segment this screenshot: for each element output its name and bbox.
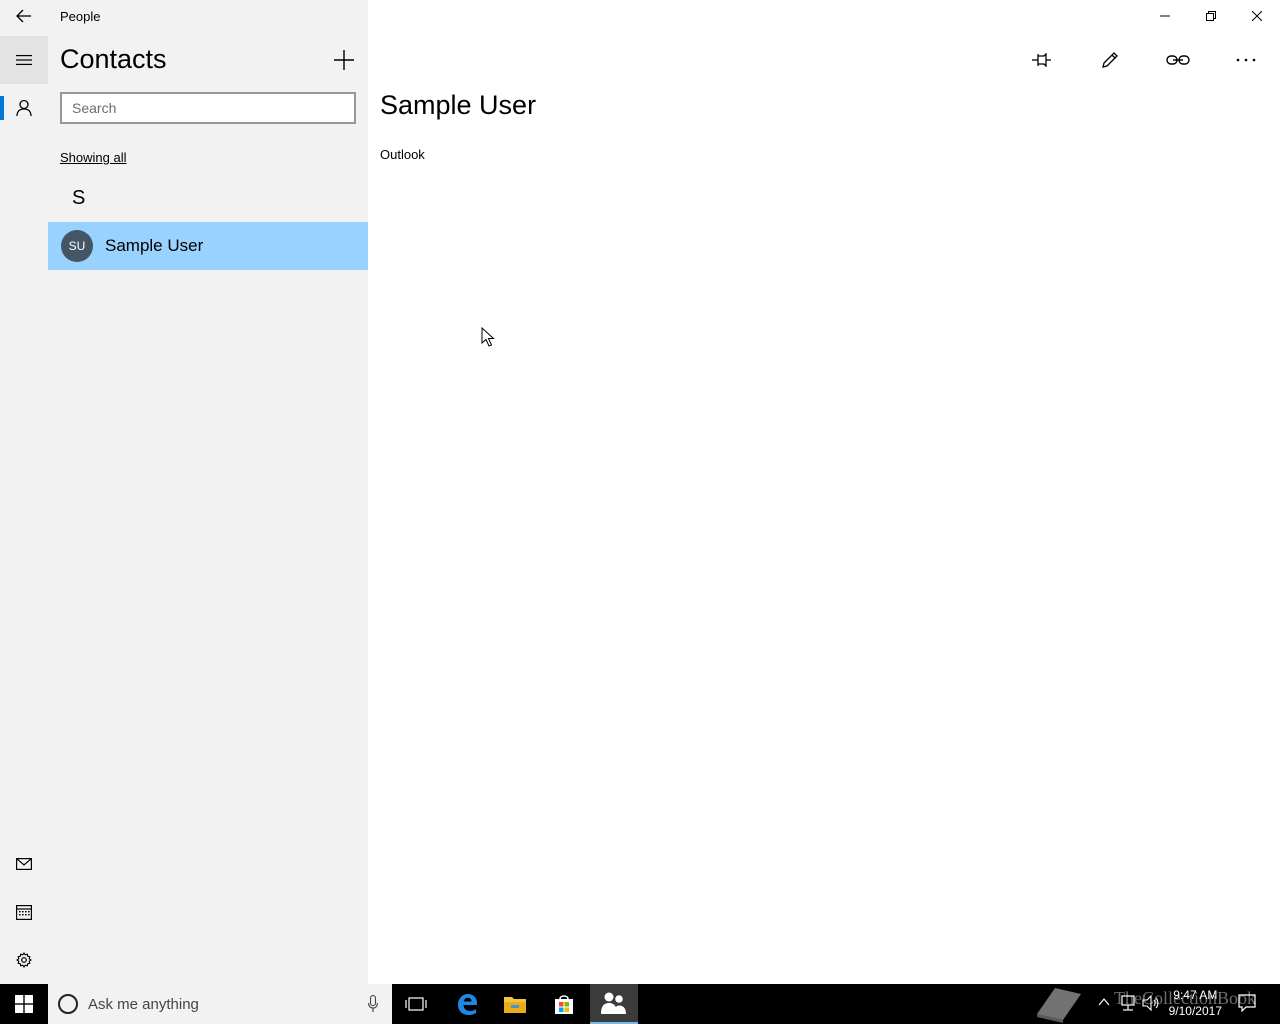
action-center-icon[interactable] xyxy=(1238,994,1256,1012)
contact-name: Sample User xyxy=(105,236,204,255)
link-icon xyxy=(1166,55,1190,65)
nav-settings-button[interactable] xyxy=(0,936,48,984)
edit-button[interactable] xyxy=(1076,42,1144,78)
cortana-icon xyxy=(58,994,78,1014)
more-options-button[interactable] xyxy=(1212,42,1280,78)
contact-detail-pane: Sample User Outlook xyxy=(368,32,1280,984)
minimize-button[interactable] xyxy=(1142,0,1188,32)
avatar: SU xyxy=(61,230,93,262)
pin-button[interactable] xyxy=(1008,42,1076,78)
close-icon xyxy=(1252,11,1262,21)
task-view-icon xyxy=(405,997,427,1011)
selection-indicator xyxy=(0,96,4,120)
store-icon xyxy=(555,995,573,1014)
nav-calendar-button[interactable] xyxy=(0,888,48,936)
volume-icon[interactable] xyxy=(1142,994,1160,1012)
people-app-window: Contacts Showing all S SU Sample User Pe… xyxy=(0,0,1280,984)
people-taskbar-button[interactable] xyxy=(590,984,638,1024)
clock-time: 9:47 AM xyxy=(1173,988,1218,1002)
hamburger-menu-button[interactable] xyxy=(0,36,48,84)
app-title: People xyxy=(60,9,101,24)
network-icon[interactable] xyxy=(1120,994,1136,1012)
mail-icon xyxy=(16,858,32,870)
clock-date: 9/10/2017 xyxy=(1168,1004,1222,1018)
titlebar: People xyxy=(0,0,1280,32)
close-button[interactable] xyxy=(1234,0,1280,32)
back-arrow-icon xyxy=(16,9,31,23)
restore-button[interactable] xyxy=(1188,0,1234,32)
gear-icon xyxy=(16,952,32,968)
pin-icon xyxy=(1032,53,1051,67)
minimize-icon xyxy=(1160,15,1170,17)
calendar-icon xyxy=(16,905,32,920)
window-controls xyxy=(1142,0,1280,32)
watermark-book-logo xyxy=(1037,988,1081,1023)
edge-icon xyxy=(458,994,477,1015)
contacts-list-pane: Contacts Showing all S SU Sample User xyxy=(48,0,368,984)
hamburger-icon xyxy=(16,55,32,65)
store-taskbar-button[interactable] xyxy=(540,984,588,1024)
restore-icon xyxy=(1206,11,1216,21)
clock[interactable]: 9:47 AM 9/10/2017 xyxy=(1169,987,1222,1019)
nav-contacts-button[interactable] xyxy=(0,84,48,132)
chevron-up-icon[interactable] xyxy=(1098,998,1110,1006)
cortana-placeholder: Ask me anything xyxy=(88,995,199,1013)
plus-icon xyxy=(334,50,354,70)
person-icon xyxy=(16,99,32,117)
contact-source: Outlook xyxy=(380,147,425,162)
system-tray: TheCollectionBook 9:47 AM 9/10/2017 xyxy=(1020,984,1280,1024)
back-button[interactable] xyxy=(0,0,48,32)
start-button[interactable] xyxy=(0,984,48,1024)
search-input[interactable] xyxy=(60,92,356,124)
microphone-icon[interactable] xyxy=(368,995,378,1013)
detail-toolbar xyxy=(1008,42,1280,78)
file-explorer-taskbar-button[interactable] xyxy=(491,984,539,1024)
filter-link[interactable]: Showing all xyxy=(60,150,127,165)
contact-list-item[interactable]: SU Sample User xyxy=(48,222,368,270)
group-header: S xyxy=(72,187,86,209)
people-icon xyxy=(601,992,626,1014)
add-contact-button[interactable] xyxy=(328,44,360,76)
pane-title: Contacts xyxy=(60,44,167,74)
pencil-icon xyxy=(1102,52,1118,68)
cortana-search-box[interactable]: Ask me anything xyxy=(48,984,392,1024)
link-contacts-button[interactable] xyxy=(1144,42,1212,78)
taskbar: Ask me anything TheCollectionBook 9:47 A… xyxy=(0,984,1280,1024)
nav-mail-button[interactable] xyxy=(0,840,48,888)
contact-detail-name: Sample User xyxy=(380,90,537,120)
windows-logo-icon xyxy=(15,995,33,1013)
edge-taskbar-button[interactable] xyxy=(443,984,491,1024)
nav-rail xyxy=(0,0,48,984)
task-view-button[interactable] xyxy=(392,984,440,1024)
file-explorer-icon xyxy=(504,997,526,1013)
mouse-cursor-icon xyxy=(481,327,495,347)
more-icon xyxy=(1236,58,1256,62)
